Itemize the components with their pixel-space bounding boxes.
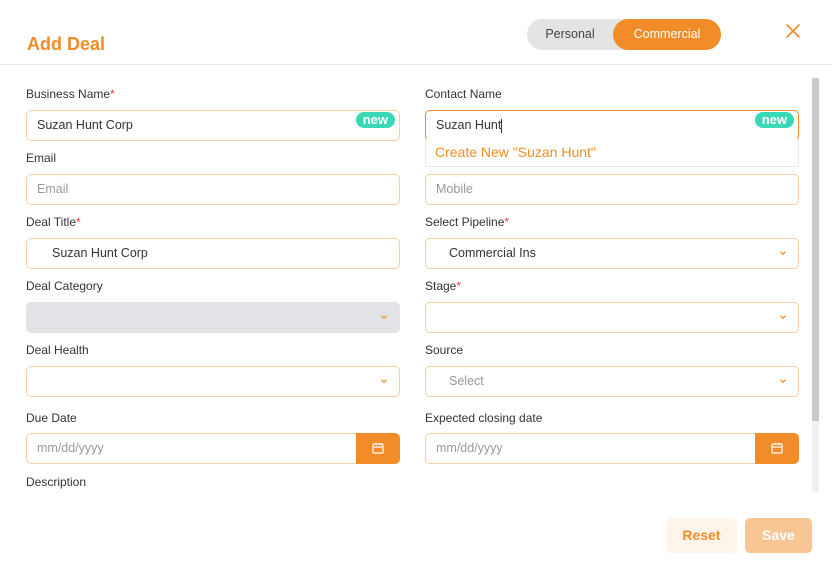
- contact-name-value: Suzan Hunt: [436, 118, 502, 132]
- stage-select[interactable]: [425, 302, 799, 333]
- calendar-icon: [771, 442, 783, 454]
- expected-closing-date-placeholder: mm/dd/yyyy: [436, 441, 503, 455]
- chevron-down-icon: [780, 315, 786, 320]
- chevron-down-icon: [381, 379, 387, 384]
- required-mark: *: [456, 279, 462, 293]
- stage-label-text: Stage: [425, 279, 457, 293]
- required-mark: *: [504, 215, 510, 229]
- mobile-placeholder: Mobile: [436, 182, 473, 196]
- deal-health-select[interactable]: [26, 366, 400, 397]
- new-badge: new: [355, 112, 395, 128]
- required-mark: *: [110, 87, 115, 101]
- close-icon[interactable]: [784, 22, 802, 40]
- deal-category-select[interactable]: [26, 302, 400, 333]
- due-date-placeholder: mm/dd/yyyy: [37, 441, 104, 455]
- calendar-icon: [372, 442, 384, 454]
- deal-title-label-text: Deal Title: [26, 215, 77, 229]
- deal-title-value: Suzan Hunt Corp: [52, 246, 148, 260]
- select-pipeline-select[interactable]: Commercial Ins: [425, 238, 799, 269]
- contact-name-label: Contact Name: [425, 87, 502, 101]
- chevron-down-icon: [381, 315, 387, 320]
- deal-title-input[interactable]: Suzan Hunt Corp: [26, 238, 400, 269]
- business-name-input[interactable]: Suzan Hunt Corp new: [26, 110, 400, 141]
- add-deal-modal: Add Deal Personal Commercial Business Na…: [0, 0, 832, 578]
- business-name-label: Business Name*: [26, 87, 115, 101]
- business-name-label-text: Business Name: [26, 87, 111, 101]
- scrollbar[interactable]: [812, 78, 819, 492]
- chevron-down-icon: [780, 251, 786, 256]
- deal-category-label: Deal Category: [26, 279, 103, 293]
- required-mark: *: [76, 215, 81, 229]
- scrollbar-thumb[interactable]: [812, 78, 819, 421]
- modal-title: Add Deal: [27, 34, 106, 54]
- new-badge: new: [754, 112, 794, 128]
- stage-label: Stage*: [425, 279, 461, 293]
- deal-type-toggle: Personal Commercial: [527, 19, 721, 50]
- contact-suggestion-dropdown: Create New "Suzan Hunt": [425, 139, 799, 167]
- expected-closing-date-label: Expected closing date: [425, 411, 543, 425]
- header-divider: [0, 64, 832, 65]
- source-placeholder: Select: [449, 374, 484, 388]
- business-name-value: Suzan Hunt Corp: [37, 118, 133, 132]
- select-pipeline-label: Select Pipeline*: [425, 215, 509, 229]
- description-label: Description: [26, 475, 87, 489]
- expected-closing-date-input[interactable]: mm/dd/yyyy: [425, 433, 756, 464]
- reset-button[interactable]: Reset: [666, 518, 737, 553]
- expected-closing-date-calendar-button[interactable]: [755, 433, 799, 464]
- due-date-label: Due Date: [26, 411, 77, 425]
- select-pipeline-value: Commercial Ins: [449, 246, 536, 260]
- create-new-contact-option[interactable]: Create New "Suzan Hunt": [435, 144, 596, 160]
- save-button[interactable]: Save: [745, 518, 812, 553]
- contact-name-input[interactable]: Suzan Hunt new: [425, 110, 799, 141]
- due-date-calendar-button[interactable]: [356, 433, 400, 464]
- source-select[interactable]: Select: [425, 366, 799, 397]
- toggle-commercial[interactable]: Commercial: [613, 19, 721, 50]
- due-date-input[interactable]: mm/dd/yyyy: [26, 433, 357, 464]
- mobile-input[interactable]: Mobile: [425, 174, 799, 205]
- deal-title-label: Deal Title*: [26, 215, 81, 229]
- email-placeholder: Email: [37, 182, 69, 196]
- email-input[interactable]: Email: [26, 174, 400, 205]
- toggle-personal[interactable]: Personal: [527, 19, 613, 50]
- select-pipeline-label-text: Select Pipeline: [425, 215, 505, 229]
- source-label: Source: [425, 343, 464, 357]
- text-cursor: [501, 118, 503, 133]
- chevron-down-icon: [780, 379, 786, 384]
- email-label: Email: [26, 151, 57, 165]
- deal-health-label: Deal Health: [26, 343, 89, 357]
